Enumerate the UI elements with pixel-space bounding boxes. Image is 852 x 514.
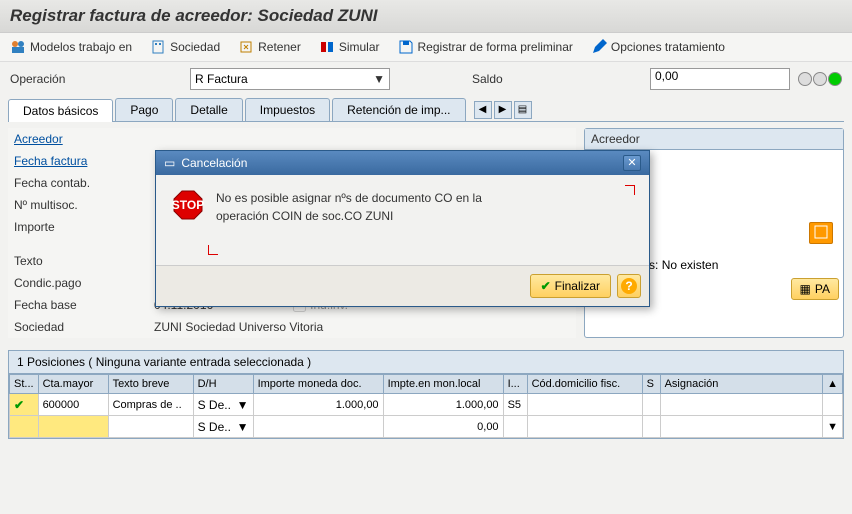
modelos-trabajo-button[interactable]: Modelos trabajo en (10, 39, 132, 55)
simular-button[interactable]: Simular (319, 39, 380, 55)
tab-next-button[interactable]: ▶ (494, 101, 512, 119)
opciones-button[interactable]: Opciones tratamiento (591, 39, 725, 55)
hold-icon (238, 39, 254, 55)
table-row[interactable]: ✔ 600000 Compras de .. S De..▼ 1.000,00 … (10, 394, 843, 416)
saldo-field: 0,00 (650, 68, 790, 90)
cell-asig[interactable] (660, 394, 823, 416)
col-s[interactable]: S (642, 375, 660, 394)
sociedad-button[interactable]: Sociedad (150, 39, 220, 55)
cell-importe-loc: 1.000,00 (383, 394, 503, 416)
col-status[interactable]: St... (10, 375, 39, 394)
tab-detalle[interactable]: Detalle (175, 98, 242, 121)
cancelacion-dialog: ▭ Cancelación ✕ STOP No es posible asign… (155, 150, 650, 307)
acreedor-panel-title: Acreedor (585, 129, 843, 150)
building-icon (150, 39, 166, 55)
chevron-down-icon: ▼ (237, 420, 249, 434)
fecha-factura-link[interactable]: Fecha factura (14, 154, 154, 168)
operacion-select[interactable]: R Factura ▼ (190, 68, 390, 90)
toolbar-label: Retener (258, 40, 301, 54)
help-icon: ? (621, 278, 637, 294)
toolbar-label: Opciones tratamiento (611, 40, 725, 54)
finalizar-button[interactable]: ✔ Finalizar (530, 274, 611, 298)
chevron-down-icon: ▼ (237, 398, 249, 412)
operacion-value: R Factura (195, 72, 248, 86)
operacion-label: Operación (10, 72, 180, 86)
check-icon: ✔ (14, 398, 24, 412)
col-cta-mayor[interactable]: Cta.mayor (38, 375, 108, 394)
tab-retencion[interactable]: Retención de imp... (332, 98, 465, 121)
toolbar-label: Sociedad (170, 40, 220, 54)
grid-title: 1 Posiciones ( Ninguna variante entrada … (9, 351, 843, 374)
retener-button[interactable]: Retener (238, 39, 301, 55)
status-lights (798, 72, 842, 86)
preliminar-button[interactable]: Registrar de forma preliminar (398, 39, 573, 55)
cell-cod[interactable] (527, 416, 642, 438)
col-importe-loc[interactable]: Impte.en mon.local (383, 375, 503, 394)
page-title: Registrar factura de acreedor: Sociedad … (10, 6, 842, 26)
simulate-icon (319, 39, 335, 55)
cell-i[interactable]: S5 (503, 394, 527, 416)
cell-s[interactable] (642, 394, 660, 416)
tab-pago[interactable]: Pago (115, 98, 173, 121)
tab-list-button[interactable]: ▤ (514, 101, 532, 119)
cell-cod[interactable] (527, 394, 642, 416)
pa-button[interactable]: ▦ PA (791, 278, 839, 300)
table-row[interactable]: S De..▼ 0,00 ▼ (10, 416, 843, 438)
acreedor-link[interactable]: Acreedor (14, 132, 154, 146)
saldo-label: Saldo (472, 72, 642, 86)
svg-text:STOP: STOP (172, 198, 204, 212)
cell-s[interactable] (642, 416, 660, 438)
col-texto-breve[interactable]: Texto breve (108, 375, 193, 394)
importe-label: Importe (14, 220, 154, 234)
cell-cta[interactable]: 600000 (38, 394, 108, 416)
pencil-icon (591, 39, 607, 55)
check-icon: ✔ (541, 279, 551, 293)
selection-corner (208, 245, 218, 255)
stop-icon: STOP (172, 189, 204, 221)
toolbar-label: Modelos trabajo en (30, 40, 132, 54)
col-i[interactable]: I... (503, 375, 527, 394)
grid-icon: ▦ (800, 282, 811, 296)
fecha-contab-label: Fecha contab. (14, 176, 154, 190)
cell-importe-doc[interactable] (253, 416, 383, 438)
cell-i[interactable] (503, 416, 527, 438)
scrollbar[interactable]: ▲ (823, 375, 843, 394)
tab-datos-basicos[interactable]: Datos básicos (8, 99, 113, 122)
dialog-title: Cancelación (181, 156, 247, 170)
cell-importe-doc[interactable]: 1.000,00 (253, 394, 383, 416)
toolbar-label: Registrar de forma preliminar (418, 40, 573, 54)
cell-asig[interactable] (660, 416, 823, 438)
cell-texto (108, 416, 193, 438)
sociedad-label: Sociedad (14, 320, 154, 334)
cell-importe-loc: 0,00 (383, 416, 503, 438)
tab-impuestos[interactable]: Impuestos (245, 98, 330, 121)
chevron-down-icon: ▼ (373, 72, 385, 86)
condic-pago-label: Condic.pago (14, 276, 154, 290)
dialog-message-1: No es posible asignar nºs de documento C… (216, 189, 482, 207)
tab-prev-button[interactable]: ◀ (474, 101, 492, 119)
cell-dh[interactable]: S De..▼ (193, 416, 253, 438)
col-importe-doc[interactable]: Importe moneda doc. (253, 375, 383, 394)
sociedad-value: ZUNI Sociedad Universo Vitoria (154, 320, 323, 334)
save-icon (398, 39, 414, 55)
cell-cta[interactable] (38, 416, 108, 438)
people-icon (10, 39, 26, 55)
cell-texto: Compras de .. (108, 394, 193, 416)
fecha-base-label: Fecha base (14, 298, 154, 312)
col-dh[interactable]: D/H (193, 375, 253, 394)
selection-corner (625, 185, 635, 195)
help-button[interactable]: ? (617, 274, 641, 298)
multisoc-label: Nº multisoc. (14, 198, 154, 212)
col-cod-domicilio[interactable]: Cód.domicilio fisc. (527, 375, 642, 394)
col-asignacion[interactable]: Asignación (660, 375, 823, 394)
cell-dh[interactable]: S De..▼ (193, 394, 253, 416)
close-button[interactable]: ✕ (623, 155, 641, 171)
toolbar-label: Simular (339, 40, 380, 54)
texto-label: Texto (14, 254, 154, 268)
window-icon: ▭ (164, 156, 175, 170)
dialog-message-2: operación COIN de soc.CO ZUNI (216, 207, 482, 225)
detail-button[interactable] (809, 222, 833, 244)
